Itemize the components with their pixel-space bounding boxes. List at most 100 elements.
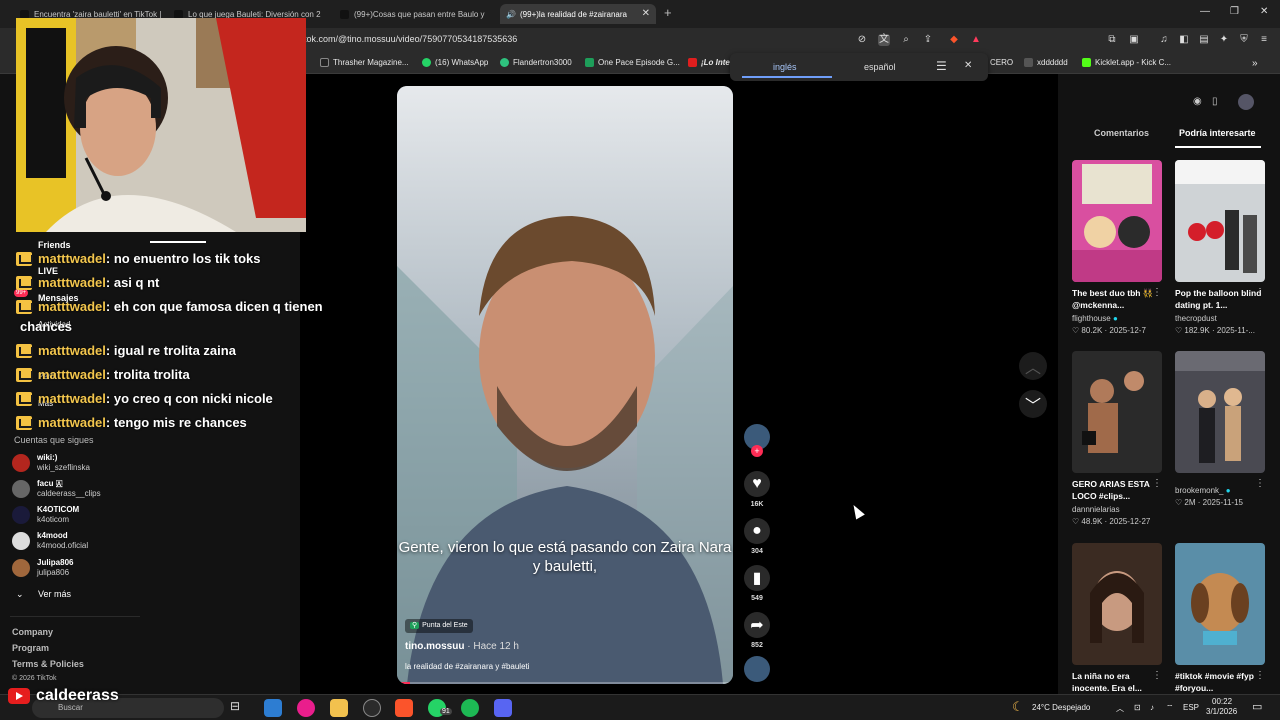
wifi-icon[interactable]: ⌔ bbox=[1166, 703, 1174, 713]
bookmark-label: (16) WhatsApp bbox=[435, 58, 489, 67]
translate-close-icon[interactable]: ✕ bbox=[964, 60, 972, 71]
suggested-video-card[interactable]: GERO ARIAS ESTA LOCO #clips... dannniela… bbox=[1072, 351, 1164, 526]
follow-plus-icon[interactable]: + bbox=[751, 445, 763, 457]
maximize-button[interactable]: ❐ bbox=[1230, 6, 1239, 17]
close-tab-icon[interactable]: ✕ bbox=[642, 8, 650, 19]
suggested-video-card[interactable]: #tiktok #movie #fyp #foryou... ⋮ bbox=[1175, 543, 1267, 694]
card-more-icon[interactable]: ⋮ bbox=[1255, 287, 1265, 298]
minimize-button[interactable]: — bbox=[1200, 6, 1210, 17]
device-icon[interactable]: ▯ bbox=[1212, 96, 1218, 107]
sound-avatar-button[interactable] bbox=[742, 656, 772, 682]
chat-text: : asi q nt bbox=[105, 275, 160, 290]
video-progress-bar[interactable] bbox=[397, 682, 733, 684]
zoom-icon[interactable]: ⌕ bbox=[900, 34, 912, 46]
menu-icon[interactable]: ≡ bbox=[1258, 34, 1270, 46]
following-item[interactable]: k4mood k4mood.oficial bbox=[12, 529, 88, 553]
clock-time[interactable]: 00:22 bbox=[1212, 697, 1232, 706]
profile-avatar[interactable] bbox=[1238, 94, 1254, 110]
file-explorer-icon[interactable] bbox=[330, 699, 348, 717]
discord-icon[interactable] bbox=[494, 699, 512, 717]
nav-friends[interactable]: Friends bbox=[38, 240, 71, 250]
tray-chevron-up-icon[interactable]: ︿ bbox=[1116, 703, 1124, 714]
sidebar-icon[interactable]: ◧ bbox=[1178, 34, 1190, 46]
app-icon[interactable] bbox=[297, 699, 315, 717]
bookmark-onepace[interactable]: One Pace Episode G... bbox=[585, 58, 680, 67]
footer-terms[interactable]: Terms & Policies bbox=[12, 659, 84, 669]
brave-rewards-icon[interactable]: ▲ bbox=[970, 34, 982, 46]
save-button[interactable]: ▮ 549 bbox=[742, 565, 772, 602]
translate-icon[interactable]: 文 bbox=[878, 34, 890, 46]
new-tab-button[interactable]: + bbox=[664, 5, 672, 20]
tab-comments[interactable]: Comentarios bbox=[1094, 128, 1149, 138]
suggested-video-card[interactable]: Pop the balloon blind dating pt. 1... th… bbox=[1175, 160, 1267, 335]
location-tag[interactable]: ⚲ Punta del Este bbox=[405, 619, 473, 633]
tab-suggested[interactable]: Podría interesarte bbox=[1179, 128, 1256, 138]
bookmark-flandertron[interactable]: Flandertron3000 bbox=[500, 58, 572, 67]
task-view-icon[interactable]: ⊟ bbox=[230, 699, 248, 717]
bookmark-xdddddd[interactable]: xdddddd bbox=[1024, 58, 1068, 67]
card-more-icon[interactable]: ⋮ bbox=[1152, 478, 1162, 489]
tab-realidad[interactable]: 🔊 (99+)la realidad de #zairanara ✕ bbox=[500, 4, 656, 24]
clock-date[interactable]: 3/1/2026 bbox=[1206, 707, 1237, 716]
video-description[interactable]: la realidad de #zairanara y #bauleti bbox=[405, 662, 530, 671]
wallet-icon[interactable]: ▤ bbox=[1198, 34, 1210, 46]
settings-icon[interactable]: ◉ bbox=[1193, 96, 1202, 107]
vpn-icon[interactable]: ⛨ bbox=[1238, 34, 1250, 46]
bookmark-cero[interactable]: CERO bbox=[990, 58, 1013, 67]
footer-company[interactable]: Company bbox=[12, 627, 53, 637]
card-more-icon[interactable]: ⋮ bbox=[1255, 670, 1265, 681]
following-item[interactable]: wiki:) wiki_szeflinska bbox=[12, 451, 90, 475]
app-icon[interactable] bbox=[363, 699, 381, 717]
keyboard-language[interactable]: ESP bbox=[1183, 703, 1199, 712]
video-author[interactable]: tino.mossuu · Hace 12 h bbox=[405, 641, 519, 652]
tab-cosas[interactable]: (99+)Cosas que pasan entre Baulo y bbox=[334, 4, 494, 24]
speaker-icon[interactable]: ♪ bbox=[1150, 703, 1154, 712]
share-icon[interactable]: ⇪ bbox=[922, 34, 934, 46]
following-item[interactable]: K4OTICOM k4oticom bbox=[12, 503, 79, 527]
suggested-video-card[interactable]: The best duo tbh 👯 @mckenna... flighthou… bbox=[1072, 160, 1164, 335]
card-more-icon[interactable]: ⋮ bbox=[1152, 670, 1162, 681]
more-bookmarks-icon[interactable]: » bbox=[1252, 58, 1258, 69]
card-more-icon[interactable]: ⋮ bbox=[1152, 287, 1162, 298]
avatar bbox=[12, 532, 30, 550]
card-author: flighthouse ● bbox=[1072, 314, 1164, 323]
video-player[interactable]: Gente, vieron lo que está pasando con Za… bbox=[397, 86, 733, 684]
brave-shield-icon[interactable]: ◆ bbox=[948, 34, 960, 46]
bookmark-kicklet[interactable]: Kicklet.app - Kick C... bbox=[1082, 58, 1171, 67]
bookmark-whatsapp[interactable]: (16) WhatsApp bbox=[422, 58, 488, 67]
following-item[interactable]: Julipa806 julipa806 bbox=[12, 556, 73, 580]
translate-source-tab[interactable]: inglés bbox=[773, 62, 797, 72]
bookmark-lointe[interactable]: ¡Lo Inte bbox=[688, 58, 730, 67]
spotify-icon[interactable] bbox=[461, 699, 479, 717]
close-window-button[interactable]: ✕ bbox=[1260, 6, 1268, 17]
suggested-video-card[interactable]: brookemonk_ ● ♡ 2M · 2025-11-15 ⋮ bbox=[1175, 351, 1267, 507]
following-item[interactable]: facu 🇦 caldeerass__clips bbox=[12, 477, 101, 501]
like-button[interactable]: ♥ 16K bbox=[742, 471, 772, 508]
ai-icon[interactable]: ✦ bbox=[1218, 34, 1230, 46]
suggested-video-card[interactable]: La niña no era inocente. Era el... ⋮ bbox=[1072, 543, 1164, 694]
card-more-icon[interactable]: ⋮ bbox=[1255, 478, 1265, 489]
next-video-button[interactable]: ﹀ bbox=[1019, 390, 1047, 418]
video-frame bbox=[397, 86, 733, 684]
url-field[interactable]: tok.com/@tino.mossuu/video/7590770534187… bbox=[304, 34, 517, 44]
screenshot-icon[interactable]: ▣ bbox=[1128, 34, 1140, 46]
footer-program[interactable]: Program bbox=[12, 643, 49, 653]
share-button[interactable]: ➦ 852 bbox=[742, 612, 772, 649]
notifications-icon[interactable]: ▭ bbox=[1252, 700, 1262, 713]
extensions-icon[interactable]: ⧉ bbox=[1106, 34, 1118, 46]
comment-button[interactable]: ● 304 bbox=[742, 518, 772, 555]
media-icon[interactable]: ♫ bbox=[1158, 34, 1170, 46]
mute-icon[interactable]: ⊘ bbox=[856, 34, 868, 46]
store-icon[interactable] bbox=[264, 699, 282, 717]
author-avatar-button[interactable]: + bbox=[742, 424, 772, 457]
see-more-link[interactable]: Ver más bbox=[38, 589, 71, 599]
weather-label[interactable]: 24°C Despejado bbox=[1032, 703, 1090, 712]
translate-target-tab[interactable]: español bbox=[864, 62, 896, 72]
previous-video-button[interactable]: ︿ bbox=[1019, 352, 1047, 380]
drag-handle[interactable] bbox=[150, 241, 206, 243]
translate-menu-icon[interactable]: ☰ bbox=[936, 59, 947, 73]
brave-icon[interactable] bbox=[395, 699, 413, 717]
chat-user: matttwadel bbox=[38, 391, 106, 406]
network-icon[interactable]: ⊡ bbox=[1134, 703, 1141, 712]
bookmark-thrasher[interactable]: Thrasher Magazine... bbox=[320, 58, 409, 67]
